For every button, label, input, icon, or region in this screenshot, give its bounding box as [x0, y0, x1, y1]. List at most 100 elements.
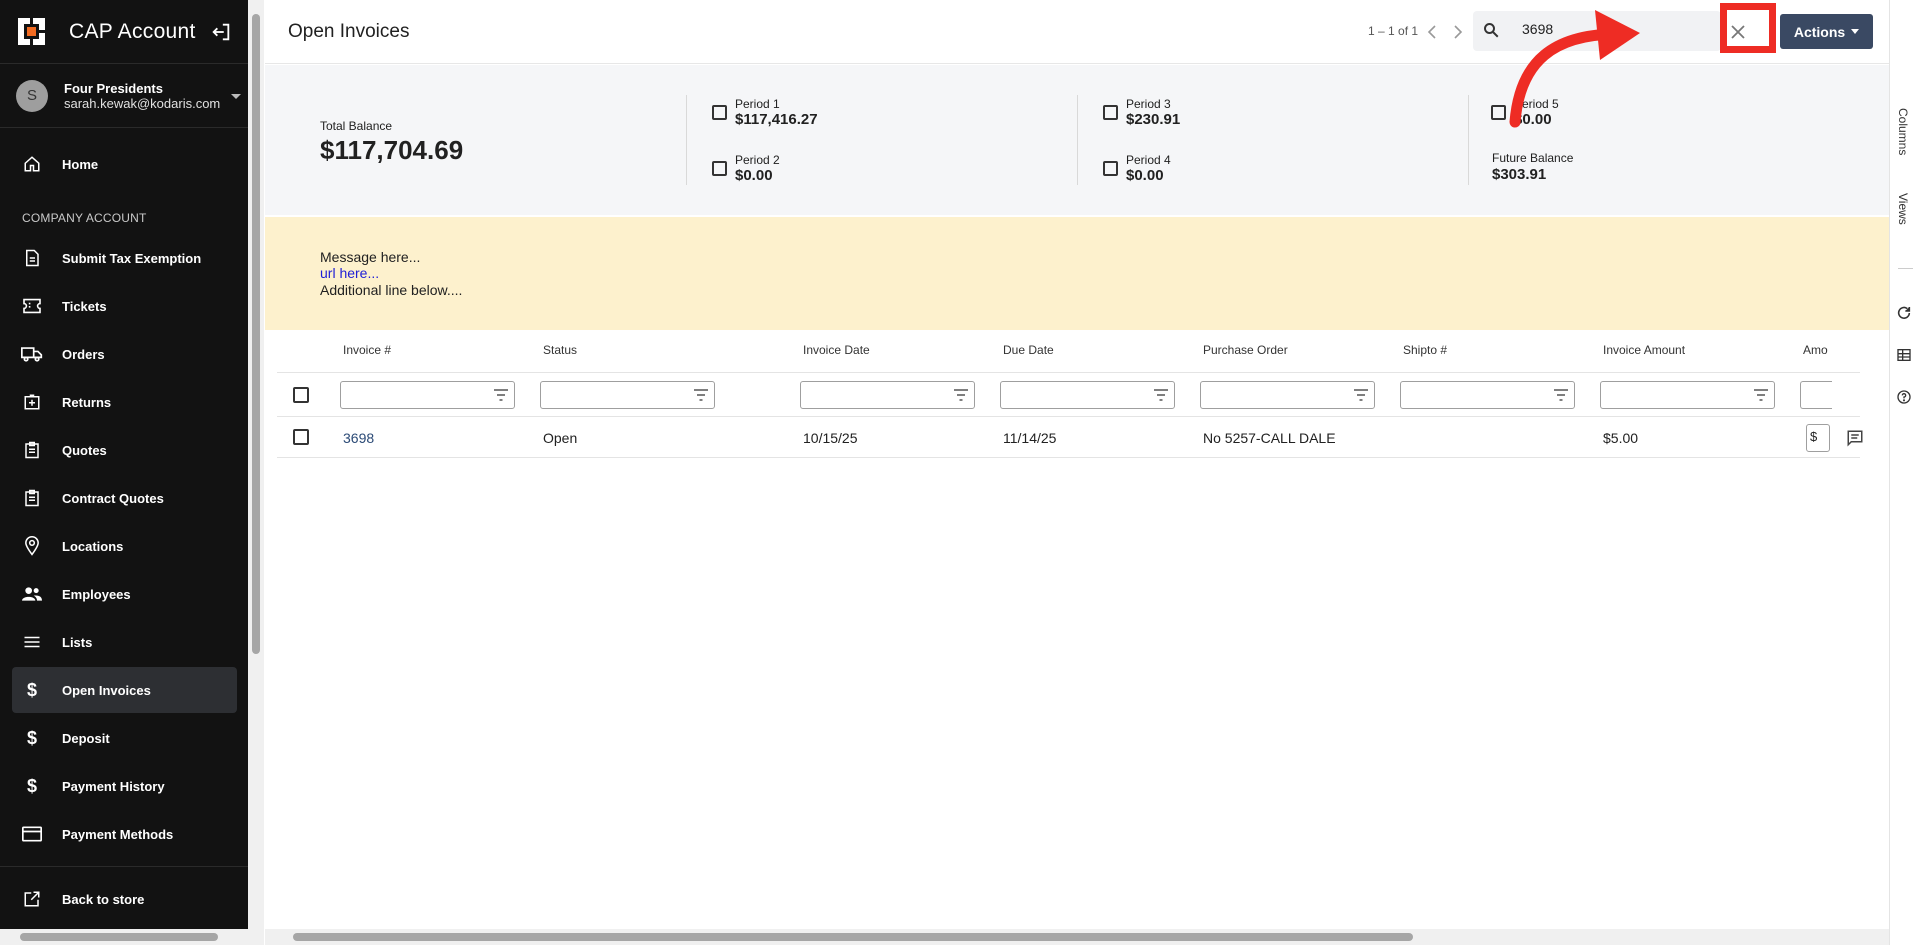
filter-icon: [1354, 389, 1368, 401]
period-2-checkbox[interactable]: [712, 161, 727, 176]
invoice-amount-cell: $5.00: [1603, 430, 1639, 446]
sidebar-item-lists[interactable]: Lists: [12, 619, 237, 665]
due-date-cell: 11/14/25: [1003, 430, 1057, 446]
dollar-icon: $: [26, 727, 37, 748]
sidebar-item-label: Payment Methods: [62, 826, 174, 842]
balance-summary: Total Balance $117,704.69 Period 1 $117,…: [265, 65, 1889, 215]
sidebar-item-returns[interactable]: Returns: [12, 379, 237, 425]
invoice-number-link[interactable]: 3698: [343, 430, 374, 446]
filter-invoice[interactable]: [340, 381, 515, 409]
period-1-checkbox[interactable]: [712, 105, 727, 120]
scrollbar-thumb[interactable]: [20, 933, 218, 941]
sidebar-item-label: Open Invoices: [62, 682, 151, 698]
column-header[interactable]: Shipto #: [1403, 343, 1447, 357]
section-label: COMPANY ACCOUNT: [22, 211, 147, 225]
select-all-checkbox[interactable]: [293, 387, 309, 403]
people-icon: [21, 583, 43, 605]
columns-panel-tab[interactable]: Columns: [1896, 108, 1910, 155]
purchase-order-cell: No 5257-CALL DALE: [1203, 430, 1336, 446]
message-link[interactable]: url here...: [320, 265, 379, 281]
divider: [1898, 268, 1913, 269]
sidebar-item-employees[interactable]: Employees: [12, 571, 237, 617]
dollar-icon: $: [26, 679, 37, 700]
help-icon[interactable]: [1896, 389, 1914, 407]
chevron-left-icon[interactable]: [1423, 21, 1441, 43]
filter-icon: [694, 389, 708, 401]
external-link-icon: [21, 888, 43, 910]
total-balance-value: $117,704.69: [320, 135, 464, 165]
invoice-date-cell: 10/15/25: [803, 430, 858, 446]
sidebar-item-quotes[interactable]: Quotes: [12, 427, 237, 473]
sidebar-item-payment-methods[interactable]: Payment Methods: [12, 811, 237, 857]
sidebar-item-label: Back to store: [62, 891, 145, 907]
row-checkbox[interactable]: [293, 429, 309, 445]
scrollbar-thumb[interactable]: [293, 933, 1413, 941]
divider: [1077, 95, 1078, 185]
chevron-down-icon[interactable]: [231, 94, 241, 99]
refresh-icon[interactable]: [1896, 305, 1914, 323]
actions-button[interactable]: Actions: [1780, 14, 1873, 49]
filter-amount[interactable]: [1800, 381, 1832, 409]
sidebar-divider: [0, 866, 248, 867]
logout-icon[interactable]: [210, 21, 232, 43]
filter-icon: [1554, 389, 1568, 401]
sidebar-item-open-invoices[interactable]: $ Open Invoices: [12, 667, 237, 713]
filter-icon: [1754, 389, 1768, 401]
sidebar-item-tickets[interactable]: Tickets: [12, 283, 237, 329]
column-header[interactable]: Status: [543, 343, 577, 357]
filter-invoice-date[interactable]: [800, 381, 975, 409]
sidebar-item-deposit[interactable]: $ Deposit: [12, 715, 237, 761]
column-header[interactable]: Invoice Amount: [1603, 343, 1685, 357]
home-icon: [21, 153, 43, 175]
app-logo[interactable]: [16, 16, 47, 47]
filter-shipto[interactable]: [1400, 381, 1575, 409]
sidebar-item-label: Returns: [62, 394, 112, 410]
page-title: Open Invoices: [288, 21, 410, 42]
table-row[interactable]: 3698 Open 10/15/25 11/14/25 No 5257-CALL…: [277, 418, 1863, 458]
table-grid-icon[interactable]: [1896, 347, 1914, 365]
divider: [1468, 95, 1469, 185]
user-menu[interactable]: S Four Presidents sarah.kewak@kodaris.co…: [0, 64, 248, 128]
comment-icon[interactable]: [1846, 429, 1866, 449]
column-header[interactable]: Amo: [1803, 343, 1828, 357]
scrollbar-thumb[interactable]: [252, 14, 260, 654]
views-panel-tab[interactable]: Views: [1896, 193, 1910, 225]
main-content: Open Invoices 1 – 1 of 1 Actions Total B…: [265, 0, 1889, 945]
filter-purchase-order[interactable]: [1200, 381, 1375, 409]
column-header[interactable]: Invoice #: [343, 343, 391, 357]
sidebar-item-locations[interactable]: Locations: [12, 523, 237, 569]
ticket-icon: [21, 295, 43, 317]
period-5-checkbox[interactable]: [1491, 105, 1506, 120]
sidebar: CAP Account S Four Presidents sarah.kewa…: [0, 0, 248, 945]
period-4-checkbox[interactable]: [1103, 161, 1118, 176]
column-header[interactable]: Purchase Order: [1203, 343, 1288, 357]
sidebar-item-home[interactable]: Home: [12, 141, 237, 187]
table-horizontal-scrollbar[interactable]: [265, 929, 1889, 945]
back-to-store-link[interactable]: Back to store: [12, 876, 237, 922]
search-icon: [1482, 21, 1502, 41]
sidebar-item-orders[interactable]: Orders: [12, 331, 237, 377]
sidebar-scrollbar[interactable]: [248, 0, 264, 945]
filter-invoice-amount[interactable]: [1600, 381, 1775, 409]
filter-icon: [1154, 389, 1168, 401]
user-name: Four Presidents: [64, 80, 163, 96]
column-header[interactable]: Invoice Date: [803, 343, 870, 357]
sidebar-header: CAP Account: [0, 0, 248, 64]
filter-due-date[interactable]: [1000, 381, 1175, 409]
amount-input[interactable]: $: [1806, 424, 1830, 452]
search-input[interactable]: [1522, 21, 1702, 37]
document-icon: [21, 247, 43, 269]
chevron-right-icon[interactable]: [1449, 21, 1467, 43]
sidebar-item-label: Deposit: [62, 730, 110, 746]
sidebar-item-payment-history[interactable]: $ Payment History: [12, 763, 237, 809]
right-rail: Columns Views: [1889, 0, 1920, 945]
sidebar-item-contract-quotes[interactable]: Contract Quotes: [12, 475, 237, 521]
message-line: Additional line below....: [320, 282, 463, 298]
sidebar-item-submit-tax-exemption[interactable]: Submit Tax Exemption: [12, 235, 237, 281]
avatar: S: [16, 79, 48, 112]
column-header[interactable]: Due Date: [1003, 343, 1054, 357]
filter-status[interactable]: [540, 381, 715, 409]
period-3-checkbox[interactable]: [1103, 105, 1118, 120]
sidebar-item-label: Locations: [62, 538, 124, 554]
sidebar-horizontal-scrollbar[interactable]: [0, 929, 264, 945]
